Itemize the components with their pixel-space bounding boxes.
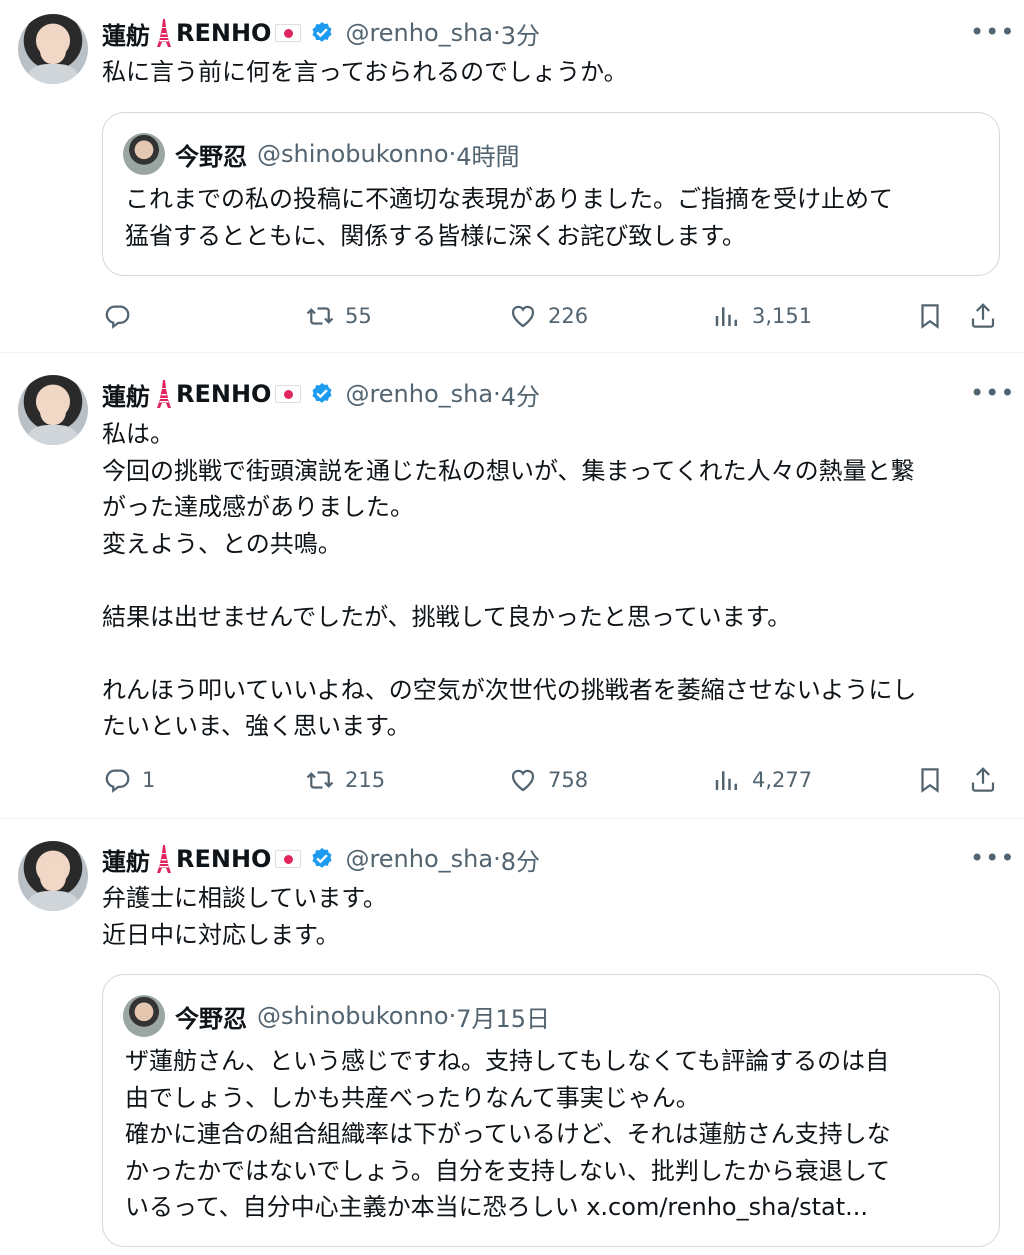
author-handle[interactable]: @renho_sha	[345, 845, 493, 873]
share-button[interactable]	[968, 296, 998, 336]
reply-button[interactable]: 1	[102, 760, 155, 800]
quoted-author-name: 今野忍	[175, 142, 247, 171]
japan-flag-icon	[275, 385, 302, 403]
views-icon	[712, 765, 742, 795]
reply-icon	[102, 301, 132, 331]
separator: ·	[493, 845, 501, 873]
views-count: 4,277	[752, 768, 813, 792]
tweet-text: 私に言う前に何を言っておられるのでしょうか。	[102, 58, 628, 86]
quoted-tweet[interactable]: 今野忍 @shinobukonno · 4時間 これまでの私の投稿に不適切な表現…	[102, 112, 1000, 276]
tweet-1[interactable]: 蓮舫 RENHO @renho_sha · 3分 ••• 私に言う前に何を言って…	[0, 0, 1024, 353]
share-icon	[968, 301, 998, 331]
repost-icon	[305, 765, 335, 795]
author-name[interactable]: 蓮舫	[102, 377, 150, 412]
more-options-icon[interactable]: •••	[970, 846, 1014, 870]
share-button[interactable]	[968, 760, 998, 800]
repost-button[interactable]: 55	[305, 296, 372, 336]
author-name-suffix[interactable]: RENHO	[176, 380, 271, 408]
author-handle[interactable]: @renho_sha	[345, 380, 493, 408]
repost-count: 55	[345, 304, 372, 328]
quoted-author-handle: @shinobukonno	[257, 140, 449, 168]
repost-button[interactable]: 215	[305, 760, 385, 800]
more-options-icon[interactable]: •••	[970, 381, 1014, 405]
timestamp[interactable]: 8分	[501, 842, 540, 877]
heart-icon	[508, 765, 538, 795]
timestamp[interactable]: 4分	[501, 377, 540, 412]
views-icon	[712, 301, 742, 331]
bookmark-icon	[915, 301, 945, 331]
reply-icon	[102, 765, 132, 795]
separator: ·	[493, 380, 501, 408]
quoted-author-avatar	[123, 133, 165, 175]
like-count: 758	[548, 768, 589, 792]
timestamp[interactable]: 3分	[501, 16, 540, 51]
tokyo-tower-icon	[154, 18, 174, 48]
share-icon	[968, 765, 998, 795]
quoted-author-handle: @shinobukonno	[257, 1002, 449, 1030]
action-bar: 1 215 758 4,277	[0, 760, 1024, 800]
author-avatar[interactable]	[18, 375, 88, 445]
quoted-tweet-header: 今野忍 @shinobukonno · 7月15日	[175, 997, 550, 1035]
tweet-text: 私は。 今回の挑戦で街頭演説を通じた私の想いが、集まってくれた人々の熱量と繋 が…	[102, 420, 917, 740]
views-button[interactable]: 3,151	[712, 296, 812, 336]
views-button[interactable]: 4,277	[712, 760, 812, 800]
bookmark-icon	[915, 765, 945, 795]
repost-count: 215	[345, 768, 386, 792]
quoted-tweet-header: 今野忍 @shinobukonno · 4時間	[175, 135, 519, 173]
repost-icon	[305, 301, 335, 331]
author-avatar[interactable]	[18, 841, 88, 911]
author-name-suffix[interactable]: RENHO	[176, 845, 271, 873]
reply-count: 1	[142, 768, 156, 792]
separator: ·	[448, 140, 457, 168]
author-name-suffix[interactable]: RENHO	[176, 19, 271, 47]
tweet-3[interactable]: 蓮舫 RENHO @renho_sha · 8分 ••• 弁護士に相談しています…	[0, 819, 1024, 1255]
quoted-timestamp: 7月15日	[456, 1004, 551, 1033]
bookmark-button[interactable]	[915, 760, 945, 800]
verified-badge-icon[interactable]	[309, 381, 335, 407]
japan-flag-icon	[275, 24, 302, 42]
action-bar: 55 226 3,151	[0, 296, 1024, 336]
like-button[interactable]: 758	[508, 760, 588, 800]
views-count: 3,151	[752, 304, 813, 328]
tokyo-tower-icon	[154, 844, 174, 874]
author-avatar[interactable]	[18, 14, 88, 84]
quoted-timestamp: 4時間	[456, 142, 520, 171]
quoted-tweet[interactable]: 今野忍 @shinobukonno · 7月15日 ザ蓮舫さん、という感じですね…	[102, 974, 1000, 1247]
tweet-2[interactable]: 蓮舫 RENHO @renho_sha · 4分 ••• 私は。 今回の挑戦で街…	[0, 353, 1024, 819]
quoted-tweet-text: これまでの私の投稿に不適切な表現がありました。ご指摘を受け止めて 猛省するととも…	[125, 185, 893, 250]
tokyo-tower-icon	[154, 379, 174, 409]
separator: ·	[448, 1002, 457, 1030]
quoted-author-avatar	[123, 995, 165, 1037]
reply-button[interactable]	[102, 296, 132, 336]
tweet-header: 蓮舫 RENHO @renho_sha · 4分	[102, 377, 540, 411]
japan-flag-icon	[275, 850, 302, 868]
verified-badge-icon[interactable]	[309, 846, 335, 872]
verified-badge-icon[interactable]	[309, 20, 335, 46]
tweet-text: 弁護士に相談しています。 近日中に対応します。	[102, 884, 387, 949]
more-options-icon[interactable]: •••	[970, 20, 1014, 44]
like-count: 226	[548, 304, 589, 328]
heart-icon	[508, 301, 538, 331]
quoted-author-name: 今野忍	[175, 1004, 247, 1033]
tweet-header: 蓮舫 RENHO @renho_sha · 8分	[102, 842, 540, 876]
bookmark-button[interactable]	[915, 296, 945, 336]
author-name[interactable]: 蓮舫	[102, 842, 150, 877]
quoted-tweet-text: ザ蓮舫さん、という感じですね。支持してもしなくても評論するのは自 由でしょう、し…	[125, 1047, 891, 1221]
author-handle[interactable]: @renho_sha	[345, 19, 493, 47]
tweet-header: 蓮舫 RENHO @renho_sha · 3分	[102, 16, 540, 50]
author-name[interactable]: 蓮舫	[102, 16, 150, 51]
like-button[interactable]: 226	[508, 296, 588, 336]
separator: ·	[493, 19, 501, 47]
